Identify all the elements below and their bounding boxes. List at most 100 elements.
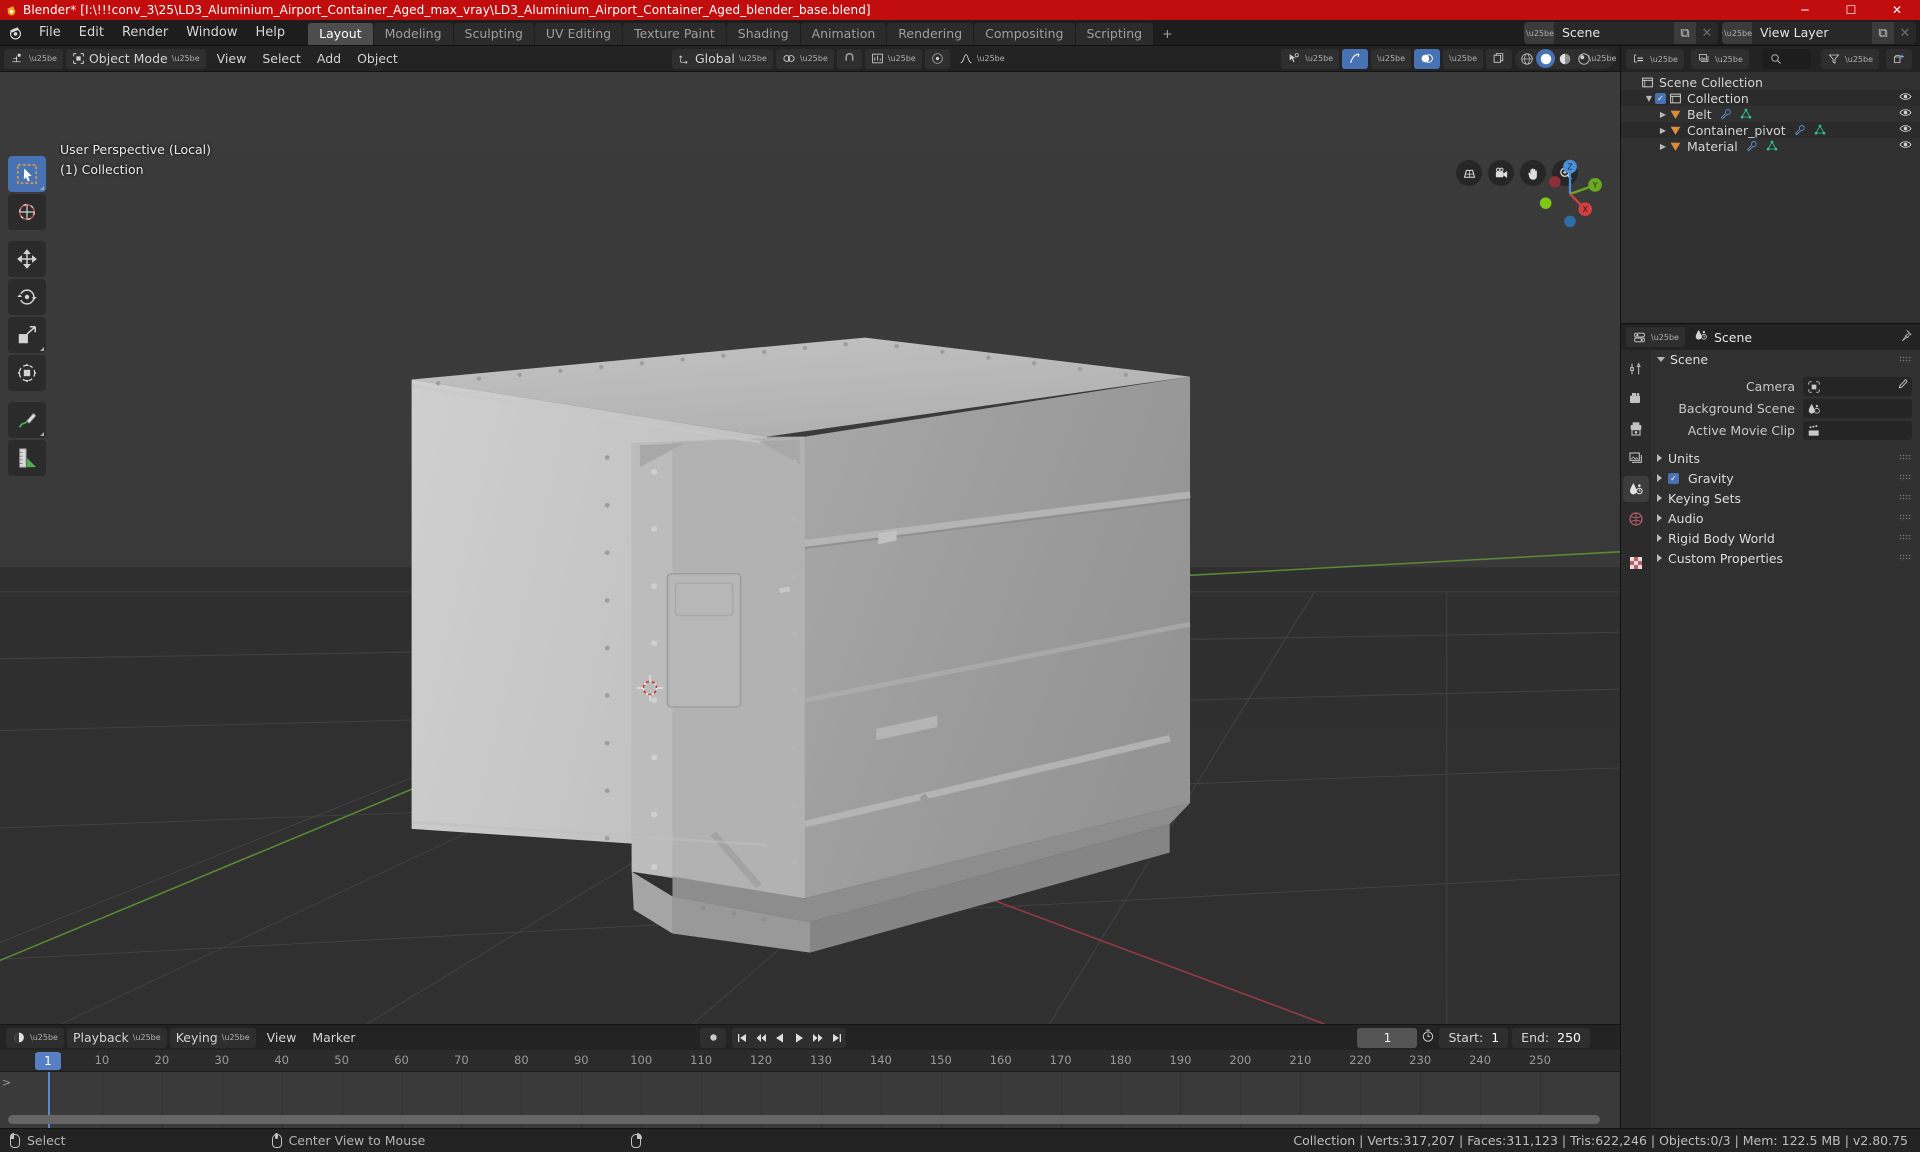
tab-compositing[interactable]: Compositing: [974, 23, 1075, 45]
blender-logo-icon[interactable]: [0, 20, 30, 45]
next-keyframe-button[interactable]: [808, 1028, 827, 1048]
rotate-tool[interactable]: [8, 279, 46, 315]
tab-texture-paint[interactable]: Texture Paint: [623, 23, 726, 45]
timeline-strip[interactable]: 10 20 30 40 50 60 70 80 90 100 110 120 130 140 150 160 1…: [0, 1050, 1620, 1128]
tab-modeling[interactable]: Modeling: [373, 23, 453, 45]
outliner-display-mode-button[interactable]: \u25be: [1690, 49, 1749, 69]
disclosure-triangle[interactable]: ▼: [1643, 94, 1655, 103]
pin-icon[interactable]: [1899, 329, 1912, 346]
minimize-button[interactable]: ─: [1782, 0, 1828, 20]
remove-view-layer-button[interactable]: ✕: [1894, 22, 1916, 44]
frame-timer-icon[interactable]: [1421, 1029, 1435, 1047]
tab-shading[interactable]: Shading: [726, 23, 800, 45]
tab-layout[interactable]: Layout: [308, 23, 373, 45]
tool-tab[interactable]: [1623, 356, 1649, 382]
show-gizmo-toggle[interactable]: [1342, 48, 1369, 69]
timeline-sidebar-toggle[interactable]: >: [2, 1076, 11, 1089]
cursor-tool[interactable]: [8, 194, 46, 230]
viewport-menu-view[interactable]: View: [209, 49, 255, 69]
overlay-options-dropdown[interactable]: \u25be: [1443, 48, 1483, 69]
filter-icon[interactable]: \u25be: [1821, 49, 1879, 69]
measure-tool[interactable]: [8, 440, 46, 476]
current-frame-field[interactable]: 1: [1357, 1027, 1418, 1048]
annotate-tool[interactable]: [8, 402, 46, 438]
gizmo-options-dropdown[interactable]: \u25be: [1371, 48, 1412, 69]
solid-shading-button[interactable]: [1536, 49, 1555, 68]
properties-editor-type-button[interactable]: \u25be: [1626, 327, 1685, 347]
tab-rendering[interactable]: Rendering: [887, 23, 974, 45]
timeline-editor-type-button[interactable]: \u25be: [6, 1027, 64, 1048]
render-tab[interactable]: [1623, 386, 1649, 412]
visibility-dropdown[interactable]: \u25be: [1281, 48, 1340, 69]
mesh-data-icon[interactable]: [1814, 124, 1826, 136]
unlink-scene-button[interactable]: ✕: [1696, 22, 1718, 44]
collection-checkbox[interactable]: ✓: [1655, 92, 1666, 104]
scene-selector[interactable]: \u25be Scene ⧉ ✕: [1524, 22, 1718, 44]
section-units[interactable]: Units: [1651, 448, 1920, 468]
auto-keying-button[interactable]: [700, 1027, 726, 1048]
scene-icon[interactable]: \u25be: [1524, 22, 1554, 44]
outliner-tree[interactable]: Scene Collection ▼ ✓ Collection ▶ Belt ▶ Contai…: [1621, 72, 1920, 323]
timeline-scrollbar[interactable]: [8, 1115, 1600, 1124]
start-frame-field[interactable]: Start: 1: [1439, 1027, 1509, 1048]
material-preview-shading-button[interactable]: [1555, 49, 1574, 68]
disclosure-triangle[interactable]: ▶: [1657, 142, 1669, 151]
select-box-tool[interactable]: [8, 156, 46, 192]
property-field[interactable]: [1803, 421, 1912, 440]
menu-file[interactable]: File: [30, 20, 70, 46]
scene-panel-header[interactable]: Scene: [1651, 350, 1920, 369]
viewport-menu-object[interactable]: Object: [349, 49, 406, 69]
add-workspace-button[interactable]: +: [1154, 23, 1180, 45]
menu-help[interactable]: Help: [247, 20, 295, 46]
view-layer-selector[interactable]: \u25be View Layer ⧉ ✕: [1722, 22, 1916, 44]
snap-target-dropdown[interactable]: \u25be: [775, 48, 834, 69]
outliner-row-scene-collection[interactable]: Scene Collection: [1621, 74, 1920, 90]
disclosure-triangle[interactable]: ▶: [1657, 126, 1669, 135]
transform-tool[interactable]: [8, 355, 46, 391]
show-overlays-toggle[interactable]: [1414, 48, 1441, 69]
output-tab[interactable]: [1623, 416, 1649, 442]
interaction-mode-dropdown[interactable]: Object Mode \u25be: [65, 48, 206, 69]
playhead-frame-badge[interactable]: 1: [35, 1052, 61, 1070]
hide-in-viewport-icon[interactable]: [1899, 90, 1912, 106]
proportional-editing-toggle[interactable]: \u25be: [864, 48, 922, 69]
property-field[interactable]: [1803, 377, 1912, 396]
mesh-data-icon[interactable]: [1740, 108, 1752, 120]
modifier-icon[interactable]: [1746, 140, 1758, 152]
viewport-menu-add[interactable]: Add: [309, 49, 349, 69]
tab-uv-editing[interactable]: UV Editing: [534, 23, 623, 45]
camera-nav-icon[interactable]: [1488, 160, 1514, 186]
outliner-row-belt[interactable]: ▶ Belt: [1621, 106, 1920, 122]
view-layer-name[interactable]: View Layer: [1752, 22, 1872, 44]
wireframe-shading-button[interactable]: [1517, 49, 1536, 68]
navigation-gizmo[interactable]: Z Y X: [1532, 156, 1608, 232]
timeline-menu-marker[interactable]: Marker: [304, 1028, 363, 1048]
falloff-curve-dropdown[interactable]: \u25be: [953, 49, 1011, 69]
jump-to-start-button[interactable]: [732, 1028, 751, 1048]
hide-in-viewport-icon[interactable]: [1899, 138, 1912, 154]
mesh-data-icon[interactable]: [1766, 140, 1778, 152]
scene-name[interactable]: Scene: [1554, 22, 1674, 44]
hide-in-viewport-icon[interactable]: [1899, 106, 1912, 122]
section-rigid-body-world[interactable]: Rigid Body World: [1651, 528, 1920, 548]
play-reverse-button[interactable]: [770, 1028, 789, 1048]
move-tool[interactable]: [8, 241, 46, 277]
texture-tab[interactable]: [1623, 550, 1649, 576]
previous-keyframe-button[interactable]: [751, 1028, 770, 1048]
timeline-menu-playback[interactable]: Playback \u25be: [66, 1027, 167, 1048]
section-keying-sets[interactable]: Keying Sets: [1651, 488, 1920, 508]
editor-type-button[interactable]: \u25be: [4, 48, 63, 69]
scale-tool[interactable]: [8, 317, 46, 353]
new-scene-button[interactable]: ⧉: [1674, 22, 1696, 44]
section-custom-properties[interactable]: Custom Properties: [1651, 548, 1920, 568]
menu-edit[interactable]: Edit: [70, 20, 113, 46]
tab-animation[interactable]: Animation: [800, 23, 887, 45]
outliner-row-collection[interactable]: ▼ ✓ Collection: [1621, 90, 1920, 106]
outliner-search-input[interactable]: [1761, 49, 1812, 69]
outliner-editor-type-button[interactable]: \u25be: [1626, 49, 1684, 69]
xray-toggle[interactable]: [1486, 48, 1512, 69]
transform-orientation-dropdown[interactable]: Global \u25be: [672, 48, 773, 69]
hide-in-viewport-icon[interactable]: [1899, 122, 1912, 138]
snap-magnet-toggle[interactable]: [836, 48, 862, 69]
menu-window[interactable]: Window: [177, 20, 246, 46]
